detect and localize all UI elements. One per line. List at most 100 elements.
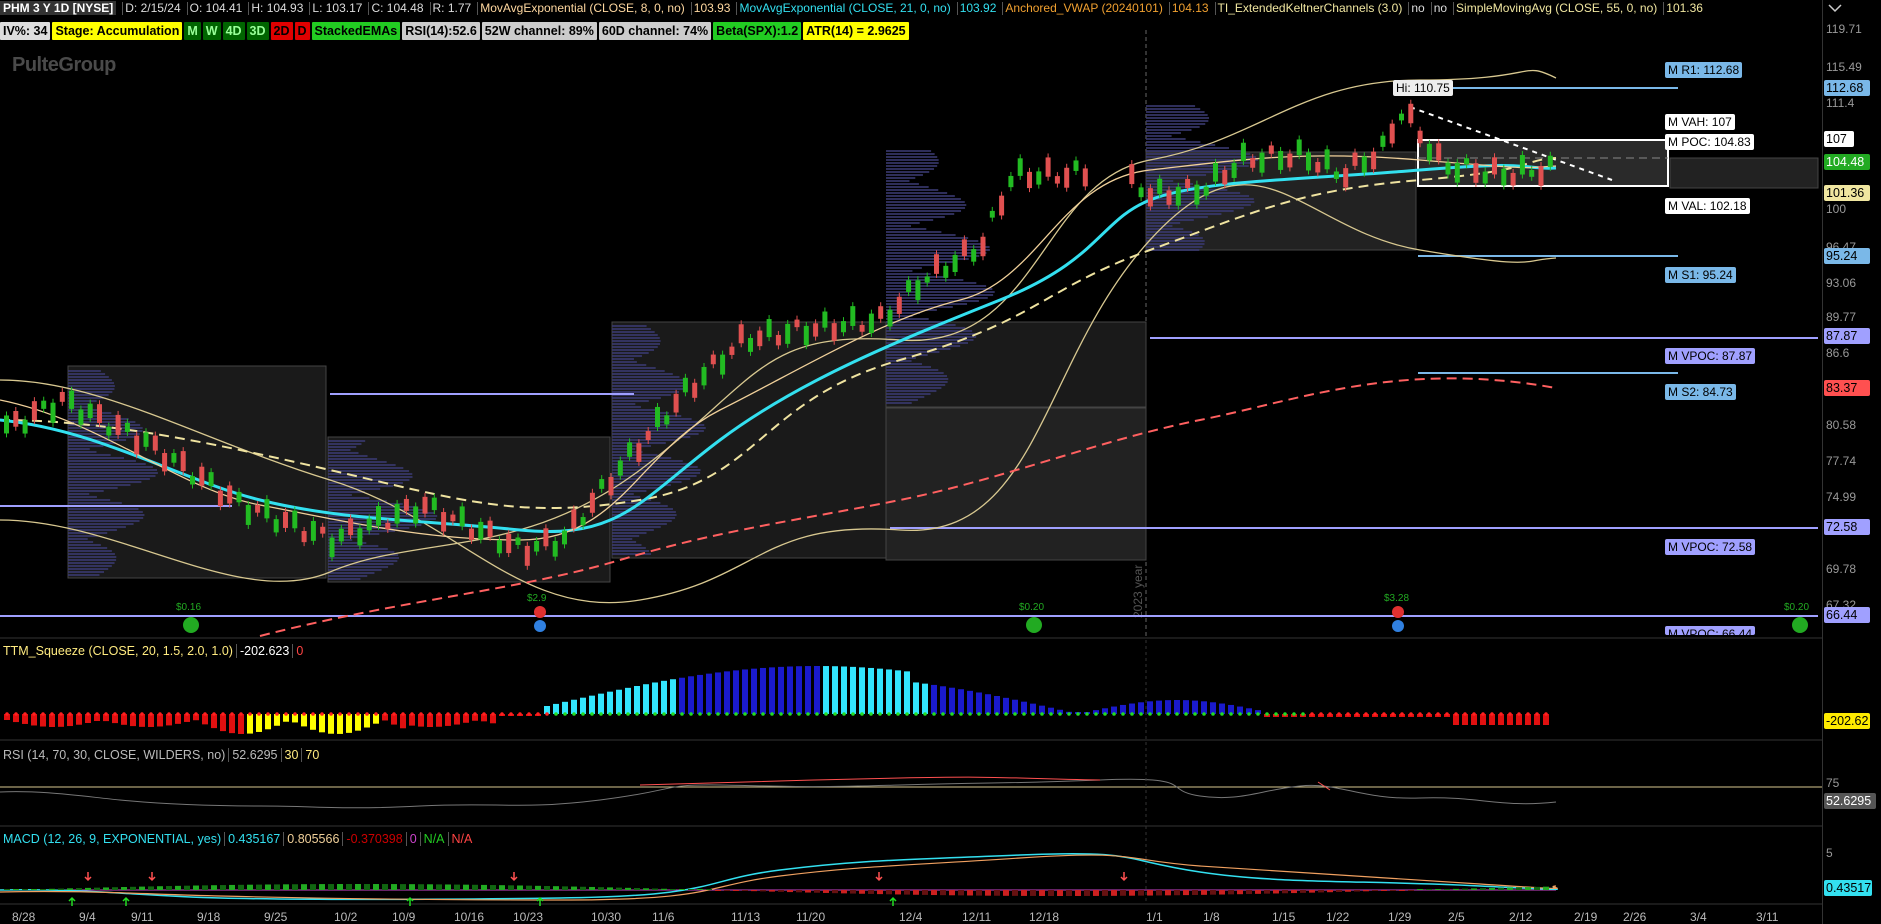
axis-label-sma: 101.36 bbox=[1824, 185, 1870, 201]
profile-bar bbox=[68, 457, 125, 459]
dividend-markers[interactable]: $0.16 $2.9 $0.20 $3.28 $0.20 bbox=[176, 593, 1809, 633]
macd-bar bbox=[1264, 890, 1270, 894]
macd-bar bbox=[1057, 890, 1063, 896]
candle-body bbox=[710, 354, 716, 365]
profile-bar bbox=[328, 467, 404, 469]
squeeze-header[interactable]: TTM_Squeeze (CLOSE, 20, 1.5, 2.0, 1.0) -2… bbox=[0, 642, 307, 660]
squeeze-dot bbox=[95, 712, 99, 716]
squeeze-dot bbox=[878, 712, 882, 716]
price-chart[interactable]: 2023 year $0.16 $2.9 $0.20 $3.28 $0.20 bbox=[0, 0, 1822, 924]
profile-bar bbox=[612, 370, 665, 372]
level-s2-label[interactable]: M S2: 84.73 bbox=[1665, 384, 1736, 400]
profile-bar bbox=[886, 396, 925, 398]
macd-bar bbox=[1327, 890, 1333, 893]
squeeze-dot bbox=[1544, 712, 1548, 716]
profile-bar bbox=[886, 384, 946, 386]
squeeze-bar bbox=[904, 671, 910, 714]
profile-bar bbox=[612, 418, 692, 420]
squeeze-dot bbox=[788, 712, 792, 716]
profile-bar bbox=[1146, 201, 1255, 203]
level-vpoc2-label[interactable]: M VPOC: 72.58 bbox=[1665, 539, 1756, 555]
macd-header[interactable]: MACD (12, 26, 9, EXPONENTIAL, yes) 0.4351… bbox=[0, 830, 476, 848]
level-poc-label[interactable]: M POC: 104.83 bbox=[1665, 134, 1754, 150]
squeeze-dot bbox=[959, 712, 963, 716]
squeeze-dot bbox=[1094, 712, 1098, 716]
rsi-study-label[interactable]: RSI (14, 70, 30, CLOSE, WILDERS, no) bbox=[0, 748, 228, 762]
squeeze-dot bbox=[185, 712, 189, 716]
squeeze-dot bbox=[1283, 712, 1287, 716]
profile-bar bbox=[1146, 231, 1193, 233]
level-val-label[interactable]: M VAL: 102.18 bbox=[1665, 198, 1750, 214]
squeeze-bar bbox=[625, 687, 631, 714]
candle-body bbox=[236, 491, 242, 503]
candle-body bbox=[655, 406, 660, 427]
time-axis-tick: 9/4 bbox=[79, 910, 96, 924]
level-vpoc1-label[interactable]: M VPOC: 87.87 bbox=[1665, 348, 1756, 364]
profile-bar bbox=[328, 551, 395, 553]
level-vah-label[interactable]: M VAH: 107 bbox=[1665, 114, 1735, 130]
candle-body bbox=[478, 521, 484, 540]
profile-bar bbox=[886, 399, 918, 401]
profile-bar bbox=[612, 397, 661, 399]
rsi-header[interactable]: RSI (14, 70, 30, CLOSE, WILDERS, no) 52.6… bbox=[0, 746, 323, 764]
profile-bar bbox=[886, 369, 939, 371]
macd-bar bbox=[292, 884, 298, 890]
macd-bar bbox=[1336, 890, 1342, 892]
axis-label-vpoc3: 66.44 bbox=[1824, 607, 1870, 623]
candle-body bbox=[41, 400, 47, 409]
squeeze-bar bbox=[220, 714, 226, 732]
profile-bar bbox=[886, 366, 932, 368]
dividend-icon bbox=[183, 617, 199, 633]
candle-body bbox=[115, 414, 121, 435]
macd-bar bbox=[391, 884, 397, 890]
macd-bar bbox=[454, 884, 460, 890]
candle-body bbox=[143, 432, 149, 447]
candle-body bbox=[822, 311, 828, 328]
profile-bar bbox=[886, 243, 986, 245]
macd-arrow-icon bbox=[875, 872, 883, 882]
level-vpoc3-label[interactable]: M VPOC: 66.44 bbox=[1665, 626, 1756, 635]
profile-bar bbox=[886, 186, 929, 188]
squeeze-study-label[interactable]: TTM_Squeeze (CLOSE, 20, 1.5, 2.0, 1.0) bbox=[0, 644, 236, 658]
macd-bar bbox=[715, 890, 721, 891]
macd-bar bbox=[814, 890, 820, 893]
profile-bar bbox=[886, 372, 944, 374]
profile-bar bbox=[612, 403, 636, 405]
profile-bar bbox=[68, 517, 144, 519]
squeeze-bar bbox=[670, 679, 676, 714]
profile-bar bbox=[68, 538, 88, 540]
candle-body bbox=[50, 402, 56, 423]
time-axis-tick: 12/4 bbox=[899, 910, 923, 924]
level-s1-label[interactable]: M S1: 95.24 bbox=[1665, 267, 1736, 283]
candle-body bbox=[887, 309, 893, 327]
candle-body bbox=[924, 276, 930, 283]
macd-bar bbox=[13, 889, 19, 890]
squeeze-bar bbox=[967, 690, 973, 714]
collapse-chevron-icon[interactable] bbox=[1826, 1, 1844, 15]
squeeze-dot bbox=[1517, 712, 1521, 716]
macd-bar bbox=[193, 885, 199, 890]
macd-bar bbox=[580, 886, 586, 890]
macd-bar bbox=[625, 887, 631, 890]
macd-bar bbox=[1237, 890, 1243, 895]
candle-body bbox=[338, 528, 344, 542]
candle-body bbox=[1008, 175, 1014, 188]
squeeze-dot bbox=[32, 712, 36, 716]
candle-body bbox=[59, 391, 65, 402]
squeeze-bar bbox=[994, 696, 1000, 714]
macd-arrow-icon bbox=[1120, 872, 1128, 882]
macd-bar bbox=[463, 884, 469, 890]
profile-block bbox=[1669, 157, 1819, 189]
level-r1-label[interactable]: M R1: 112.68 bbox=[1665, 62, 1743, 78]
squeeze-dot bbox=[248, 712, 252, 716]
profile-bar bbox=[68, 493, 90, 495]
profile-bar bbox=[612, 352, 649, 354]
profile-bar bbox=[68, 547, 108, 549]
candle-body bbox=[1436, 143, 1442, 161]
macd-study-label[interactable]: MACD (12, 26, 9, EXPONENTIAL, yes) bbox=[0, 832, 224, 846]
squeeze-bar bbox=[931, 684, 937, 714]
candle-body bbox=[1166, 190, 1172, 205]
macd-bar bbox=[76, 888, 82, 890]
high-annotation: Hi: 110.75 bbox=[1393, 80, 1453, 96]
macd-arrow-icon bbox=[406, 896, 414, 906]
